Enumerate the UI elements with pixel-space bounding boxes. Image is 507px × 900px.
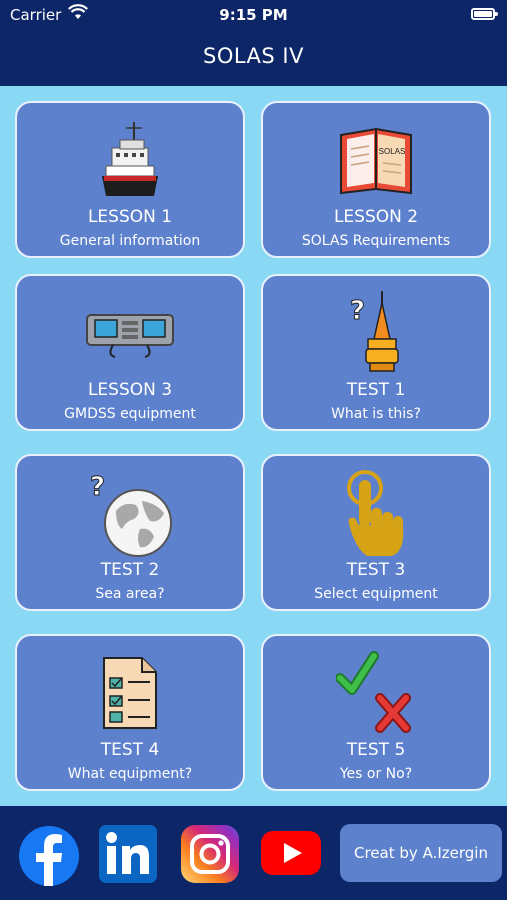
svg-text:?: ? — [90, 472, 105, 502]
test-2-tile[interactable]: ? TEST 2 Sea area? — [15, 454, 245, 611]
tile-title: LESSON 2 — [333, 207, 419, 227]
status-time: 9:15 PM — [219, 6, 288, 24]
tile-title: TEST 3 — [346, 560, 406, 580]
test-3-tile[interactable]: TEST 3 Select equipment — [261, 454, 491, 611]
svg-text:?: ? — [350, 296, 365, 326]
tile-title: TEST 5 — [346, 740, 406, 760]
credit-button[interactable]: Creat by A.Izergin — [340, 824, 502, 882]
linkedin-icon[interactable] — [98, 824, 157, 883]
tile-subtitle: What equipment? — [67, 766, 193, 782]
tile-title: TEST 2 — [100, 560, 160, 580]
tile-subtitle: General information — [59, 233, 201, 249]
facebook-icon[interactable] — [17, 824, 79, 886]
checklist-icon — [17, 648, 243, 738]
tile-title: TEST 1 — [346, 380, 406, 400]
lesson-3-tile[interactable]: LESSON 3 GMDSS equipment — [15, 274, 245, 431]
tile-title: LESSON 3 — [87, 380, 173, 400]
bottom-bar: Creat by A.Izergin — [0, 806, 507, 900]
test-4-tile[interactable]: TEST 4 What equipment? — [15, 634, 245, 791]
lesson-2-tile[interactable]: SOLAS LESSON 2 SOLAS Requirements — [261, 101, 491, 258]
book-icon: SOLAS — [263, 115, 489, 205]
tile-subtitle: What is this? — [331, 406, 421, 422]
tile-subtitle: SOLAS Requirements — [301, 233, 451, 249]
tile-title: TEST 4 — [100, 740, 160, 760]
tile-subtitle: Select equipment — [314, 586, 438, 602]
book-label: SOLAS — [379, 147, 406, 156]
globe-question-icon: ? — [17, 468, 243, 558]
check-cross-icon — [263, 648, 489, 738]
tile-subtitle: Yes or No? — [339, 766, 413, 782]
beacon-question-icon: ? — [263, 288, 489, 378]
youtube-icon[interactable] — [260, 830, 322, 876]
page-title: SOLAS IV — [203, 44, 304, 68]
ship-icon — [17, 115, 243, 205]
pointing-hand-icon — [263, 468, 489, 558]
instagram-icon[interactable] — [180, 824, 239, 883]
status-bar: Carrier 9:15 PM — [0, 0, 507, 32]
tile-subtitle: Sea area? — [95, 586, 165, 602]
menu-grid: LESSON 1 General information SOLAS LESSO… — [0, 86, 507, 806]
test-1-tile[interactable]: ? TEST 1 What is this? — [261, 274, 491, 431]
test-5-tile[interactable]: TEST 5 Yes or No? — [261, 634, 491, 791]
radio-equipment-icon — [17, 288, 243, 378]
navigation-bar: SOLAS IV — [0, 32, 507, 86]
battery-icon — [471, 8, 498, 20]
tile-title: LESSON 1 — [87, 207, 173, 227]
tile-subtitle: GMDSS equipment — [64, 406, 196, 422]
lesson-1-tile[interactable]: LESSON 1 General information — [15, 101, 245, 258]
